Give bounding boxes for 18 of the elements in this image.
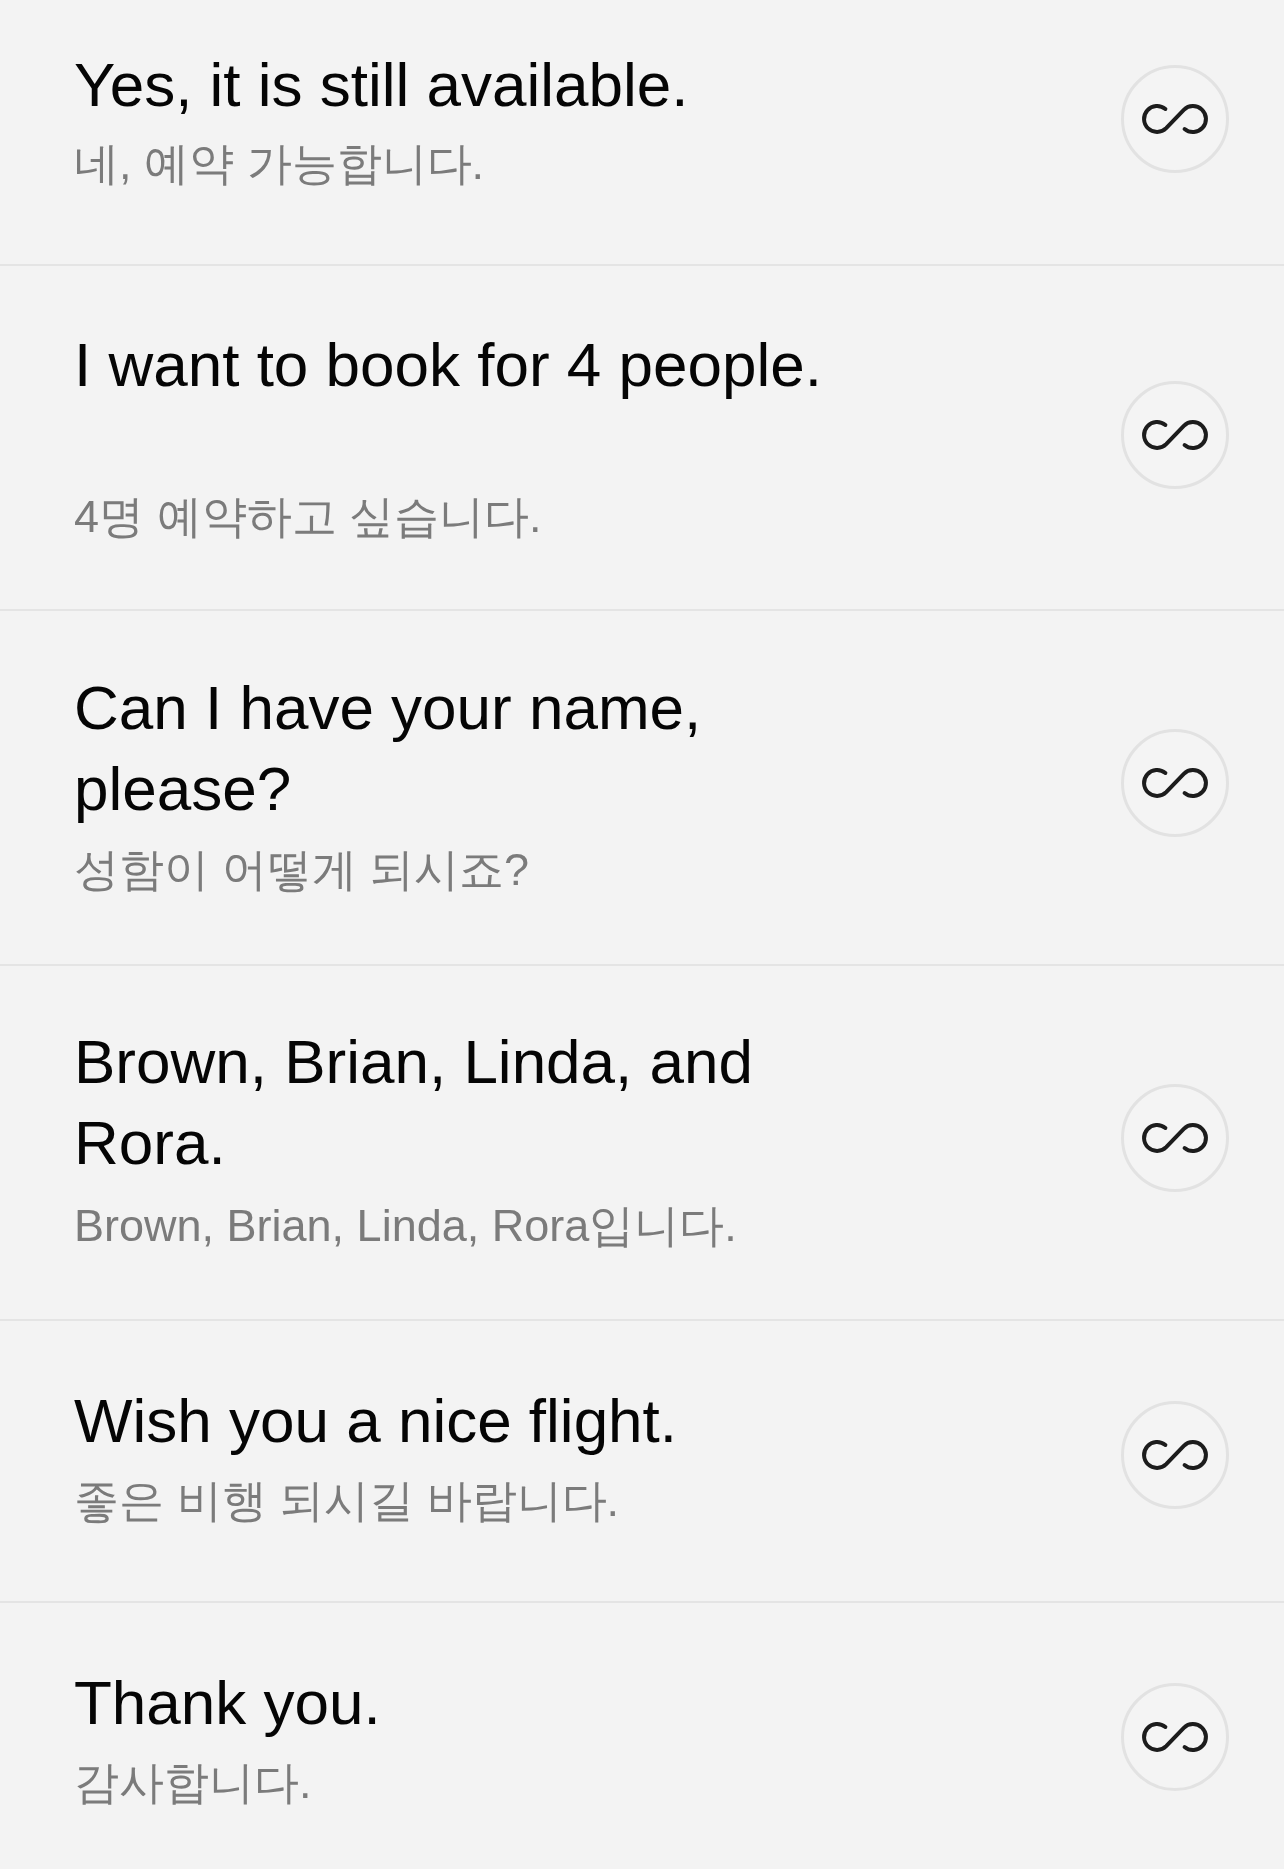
phrase-text: Can I have your name, please?	[74, 672, 703, 825]
translation-text: 4명 예약하고 싶습니다.	[74, 490, 542, 544]
translation-text: 네, 예약 가능합니다.	[74, 137, 484, 191]
infinity-icon	[1141, 1438, 1209, 1472]
translation-text: 감사합니다.	[74, 1756, 312, 1810]
phrase-text: Yes, it is still available.	[74, 49, 690, 121]
infinity-icon	[1141, 1720, 1209, 1754]
phrase-text: Thank you.	[74, 1667, 382, 1739]
infinity-icon	[1141, 1121, 1209, 1155]
translation-text: 좋은 비행 되시길 바랍니다.	[74, 1474, 619, 1528]
translation-text: 성함이 어떻게 되시죠?	[74, 843, 530, 897]
infinity-icon	[1141, 766, 1209, 800]
phrase-text: Wish you a nice flight.	[74, 1385, 679, 1457]
infinity-icon	[1141, 101, 1209, 136]
phrase-text: I want to book for 4 people.	[74, 329, 823, 401]
translation-text: Brown, Brian, Linda, Rora입니다.	[74, 1199, 737, 1253]
phrase-text: Brown, Brian, Linda, and Rora.	[74, 1026, 754, 1179]
infinity-icon	[1141, 418, 1209, 452]
